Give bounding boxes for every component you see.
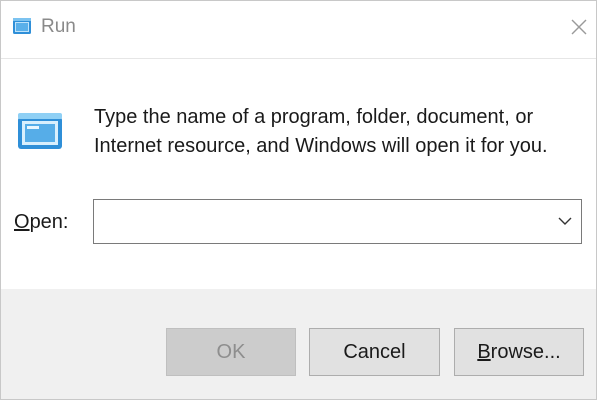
run-icon — [13, 18, 31, 34]
run-icon — [18, 113, 62, 149]
open-dropdown-button[interactable] — [549, 200, 581, 243]
open-combobox[interactable] — [93, 199, 582, 244]
open-label: Open: — [14, 209, 69, 235]
ok-button[interactable]: OK — [166, 328, 296, 376]
title-divider — [1, 58, 596, 59]
run-dialog: Run Type the name of a program, folder, … — [0, 0, 597, 400]
open-input[interactable] — [94, 200, 549, 243]
browse-label-rest: rowse... — [490, 340, 561, 363]
window-title: Run — [41, 16, 76, 37]
close-icon — [571, 19, 587, 35]
browse-access-key: B — [477, 340, 491, 363]
open-label-access-key: O — [14, 211, 30, 233]
cancel-button[interactable]: Cancel — [309, 328, 440, 376]
close-button[interactable] — [559, 7, 597, 47]
title-bar: Run — [1, 1, 596, 55]
browse-button[interactable]: Browse... — [454, 328, 584, 376]
chevron-down-icon — [558, 217, 572, 225]
description-text: Type the name of a program, folder, docu… — [94, 106, 548, 157]
open-label-rest: pen: — [29, 211, 69, 233]
